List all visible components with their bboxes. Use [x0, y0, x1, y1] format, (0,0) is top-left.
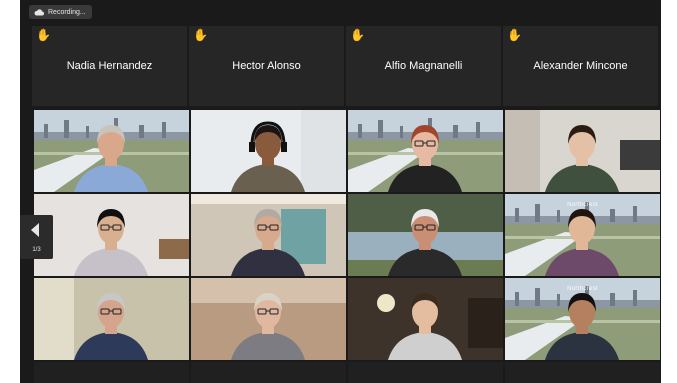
participant-video-tile[interactable]	[191, 278, 346, 360]
background-brand-logo: Northcrest	[567, 286, 598, 292]
background-brand-logo: Northcrest	[567, 202, 598, 208]
participant-video-tile[interactable]: Northcrest	[505, 278, 660, 360]
participant-tile-hector-alonso[interactable]: ✋ Hector Alonso	[189, 26, 344, 106]
video-frame	[34, 194, 189, 276]
participant-name: Alexander Mincone	[533, 60, 628, 72]
video-frame	[505, 110, 660, 192]
participant-name: Hector Alonso	[232, 60, 301, 72]
participant-video-tile[interactable]	[34, 278, 189, 360]
video-frame	[34, 278, 189, 360]
page-indicator: 1/3	[32, 247, 41, 253]
participant-video-tile[interactable]	[34, 110, 189, 192]
video-frame	[348, 194, 503, 276]
participant-video-tile[interactable]	[34, 194, 189, 276]
participant-tile-nadia-hernandez[interactable]: ✋ Nadia Hernandez	[32, 26, 187, 106]
participant-video-tile[interactable]	[191, 194, 346, 276]
participant-video-tile[interactable]: Northcrest	[505, 194, 660, 276]
video-frame	[191, 278, 346, 360]
video-frame	[34, 110, 189, 192]
video-frame	[348, 278, 503, 360]
meeting-window: Recording... ✋ Nadia Hernandez ✋ Hector …	[20, 0, 661, 383]
previous-page-button[interactable]: 1/3	[20, 215, 53, 259]
participant-tile-offscreen	[34, 362, 189, 383]
raised-hand-icon: ✋	[193, 28, 208, 42]
participant-video-tile[interactable]	[191, 110, 346, 192]
video-frame	[191, 194, 346, 276]
raised-hand-icon: ✋	[36, 28, 51, 42]
raised-hand-icon: ✋	[507, 28, 522, 42]
participant-video-tile[interactable]	[348, 194, 503, 276]
cloud-recording-icon	[34, 8, 44, 15]
video-frame	[348, 110, 503, 192]
participant-tile-alexander-mincone[interactable]: ✋ Alexander Mincone	[503, 26, 658, 106]
participant-video-tile[interactable]	[348, 278, 503, 360]
recording-label: Recording...	[48, 8, 86, 16]
participant-tile-offscreen	[505, 362, 660, 383]
participant-name: Alfio Magnanelli	[384, 60, 463, 72]
participant-tile-alfio-magnanelli[interactable]: ✋ Alfio Magnanelli	[346, 26, 501, 106]
recording-indicator[interactable]: Recording...	[29, 5, 92, 19]
chevron-left-icon	[31, 223, 39, 237]
participant-tile-offscreen	[191, 362, 346, 383]
participant-name: Nadia Hernandez	[66, 60, 153, 72]
raised-hand-icon: ✋	[350, 28, 365, 42]
participant-video-tile[interactable]	[348, 110, 503, 192]
participant-video-tile[interactable]	[505, 110, 660, 192]
participant-tile-offscreen	[348, 362, 503, 383]
video-frame	[191, 110, 346, 192]
